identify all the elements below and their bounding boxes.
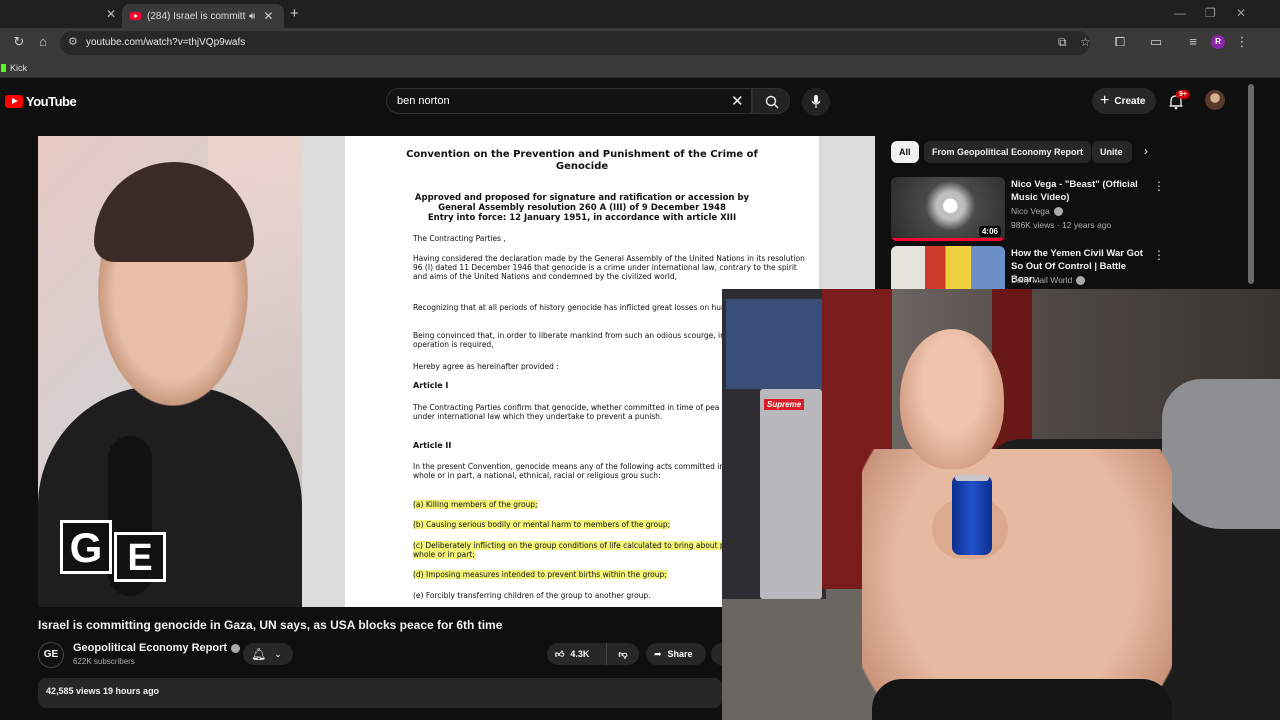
- recommended-video-meta: 986K views · 12 years ago: [1011, 220, 1112, 230]
- close-icon[interactable]: ✕: [263, 9, 273, 23]
- video-title: Israel is committing genocide in Gaza, U…: [38, 618, 503, 632]
- person-head: [900, 329, 1004, 469]
- document-paragraph: The Contracting Parties ,: [413, 234, 506, 243]
- channel-avatar[interactable]: GE: [38, 642, 64, 668]
- extensions-icon[interactable]: ⧠: [1111, 34, 1129, 50]
- youtube-favicon-icon: [130, 12, 141, 20]
- dislike-button[interactable]: 👎︎: [607, 643, 639, 665]
- address-bar[interactable]: ⚙ youtube.com/watch?v=thjVQp9wafs ⧉ ☆: [60, 31, 1091, 55]
- bell-icon: 🔔︎: [251, 647, 267, 661]
- channel-name: Geopolitical Economy Report: [73, 642, 228, 654]
- recommended-video[interactable]: 4:06 Nico Vega - "Beast" (Official Music…: [891, 177, 1171, 241]
- clear-search-icon[interactable]: ✕: [731, 92, 744, 110]
- recommended-channel[interactable]: Nico Vega: [1011, 206, 1063, 216]
- subscriber-count: 622K subscribers: [73, 657, 135, 666]
- stacked-boxes: [726, 299, 824, 389]
- close-icon[interactable]: ✕: [106, 7, 116, 21]
- browser-menu-icon[interactable]: ⋮: [1233, 34, 1251, 50]
- channel-watermark-logo: G E: [60, 520, 168, 582]
- verified-badge-icon: [231, 643, 241, 653]
- bookmark-star-icon[interactable]: ☆: [1080, 35, 1091, 49]
- reload-icon[interactable]: ↻: [10, 34, 28, 50]
- plus-icon: +: [1100, 92, 1110, 109]
- video-duration: 4:06: [978, 226, 1001, 237]
- document-paragraph: Having considered the declaration made b…: [413, 254, 805, 281]
- thumbs-down-icon: 👎︎: [618, 648, 628, 659]
- presenter-video: G E: [38, 136, 302, 607]
- account-avatar[interactable]: [1205, 90, 1225, 110]
- youtube-logo-icon: [5, 95, 23, 108]
- split-view-icon[interactable]: ▭: [1147, 34, 1165, 50]
- tab-title: (284) Israel is committing g: [147, 10, 245, 22]
- gray-blanket: [1162, 379, 1280, 529]
- youtube-header: YouTube ben norton ✕ + Create 9+: [0, 80, 1258, 124]
- document-approval-note: Approved and proposed for signature and …: [414, 193, 750, 223]
- more-options-icon[interactable]: ⋮: [1153, 248, 1165, 262]
- profile-avatar[interactable]: R: [1211, 35, 1225, 49]
- kick-icon: [1, 64, 6, 72]
- webcam-overlay: Supreme: [722, 289, 1280, 720]
- watch-progress-bar: [891, 238, 1005, 241]
- speaker-icon[interactable]: 🔊︎: [249, 11, 255, 22]
- sticker-label: Supreme: [764, 399, 805, 410]
- bookmarks-bar: Kick: [0, 58, 1280, 78]
- verified-badge-icon: [1053, 206, 1063, 216]
- recommended-channel[interactable]: Daily Mail World: [1011, 275, 1086, 285]
- chevron-right-icon[interactable]: ›: [1144, 144, 1148, 158]
- like-dislike-group: 👍︎ 4.3K 👎︎: [547, 643, 639, 665]
- chip-united[interactable]: Unite: [1092, 141, 1132, 163]
- search-input[interactable]: ben norton ✕: [386, 88, 752, 114]
- scrollbar-thumb[interactable]: [1248, 84, 1254, 284]
- search-query: ben norton: [397, 95, 450, 107]
- like-count: 4.3K: [570, 649, 590, 659]
- logo-letter-g: G: [60, 520, 112, 574]
- browser-tab-previous[interactable]: ✕: [0, 4, 122, 28]
- maximize-icon[interactable]: ❐: [1205, 6, 1216, 20]
- microphone-icon: [811, 95, 821, 108]
- drink-can: [952, 475, 992, 555]
- install-app-icon[interactable]: ⧉: [1058, 35, 1067, 50]
- create-button[interactable]: + Create: [1092, 88, 1156, 114]
- channel-name-link[interactable]: Geopolitical Economy Report: [73, 642, 241, 654]
- thumbs-up-icon: 👍︎: [555, 648, 565, 659]
- browser-tabstrip: ✕ (284) Israel is committing g 🔊︎ ✕ + — …: [0, 0, 1280, 28]
- logo-letter-e: E: [114, 532, 166, 582]
- share-label: Share: [667, 649, 693, 659]
- create-label: Create: [1114, 95, 1146, 107]
- share-arrow-icon: ➦: [654, 648, 662, 659]
- verified-badge-icon: [1076, 275, 1086, 285]
- scrollbar-track[interactable]: [1258, 80, 1280, 289]
- bookmark-kick[interactable]: Kick: [10, 63, 27, 73]
- new-tab-icon[interactable]: +: [290, 5, 299, 22]
- description-box[interactable]: 42,585 views 19 hours ago: [38, 678, 722, 708]
- browser-tab-active[interactable]: (284) Israel is committing g 🔊︎ ✕: [122, 4, 284, 28]
- browser-toolbar: ↻ ⌂ ⚙ youtube.com/watch?v=thjVQp9wafs ⧉ …: [0, 28, 1280, 58]
- tab-search-icon[interactable]: ≡: [1184, 34, 1202, 49]
- search-icon: [765, 95, 779, 109]
- youtube-logo[interactable]: YouTube: [5, 94, 77, 109]
- notification-preference-button[interactable]: 🔔︎ ⌄: [243, 643, 293, 665]
- chevron-down-icon: ⌄: [274, 648, 282, 659]
- recommended-video-title[interactable]: Nico Vega - "Beast" (Official Music Vide…: [1011, 178, 1151, 204]
- recommendation-filter-chips: All From Geopolitical Economy Report Uni…: [891, 141, 1161, 163]
- video-thumbnail[interactable]: 4:06: [891, 177, 1005, 241]
- mini-fridge: Supreme: [760, 389, 822, 599]
- chip-all[interactable]: All: [891, 141, 919, 163]
- window-close-icon[interactable]: ✕: [1236, 6, 1246, 20]
- share-button[interactable]: ➦ Share: [646, 643, 706, 665]
- minimize-icon[interactable]: —: [1174, 6, 1186, 20]
- home-icon[interactable]: ⌂: [34, 34, 52, 49]
- document-title: Convention on the Prevention and Punishm…: [406, 149, 758, 172]
- more-options-icon[interactable]: ⋮: [1153, 179, 1165, 193]
- voice-search-button[interactable]: [802, 88, 830, 116]
- site-settings-icon[interactable]: ⚙: [68, 35, 78, 48]
- like-button[interactable]: 👍︎ 4.3K: [547, 643, 607, 665]
- chip-from-channel[interactable]: From Geopolitical Economy Report: [924, 141, 1092, 163]
- youtube-logo-text: YouTube: [26, 94, 77, 109]
- view-count-and-date: 42,585 views 19 hours ago: [46, 686, 160, 696]
- notification-count-badge: 9+: [1176, 90, 1190, 99]
- dark-shorts: [872, 679, 1172, 720]
- url-text: youtube.com/watch?v=thjVQp9wafs: [86, 37, 246, 48]
- search-button[interactable]: [752, 88, 790, 114]
